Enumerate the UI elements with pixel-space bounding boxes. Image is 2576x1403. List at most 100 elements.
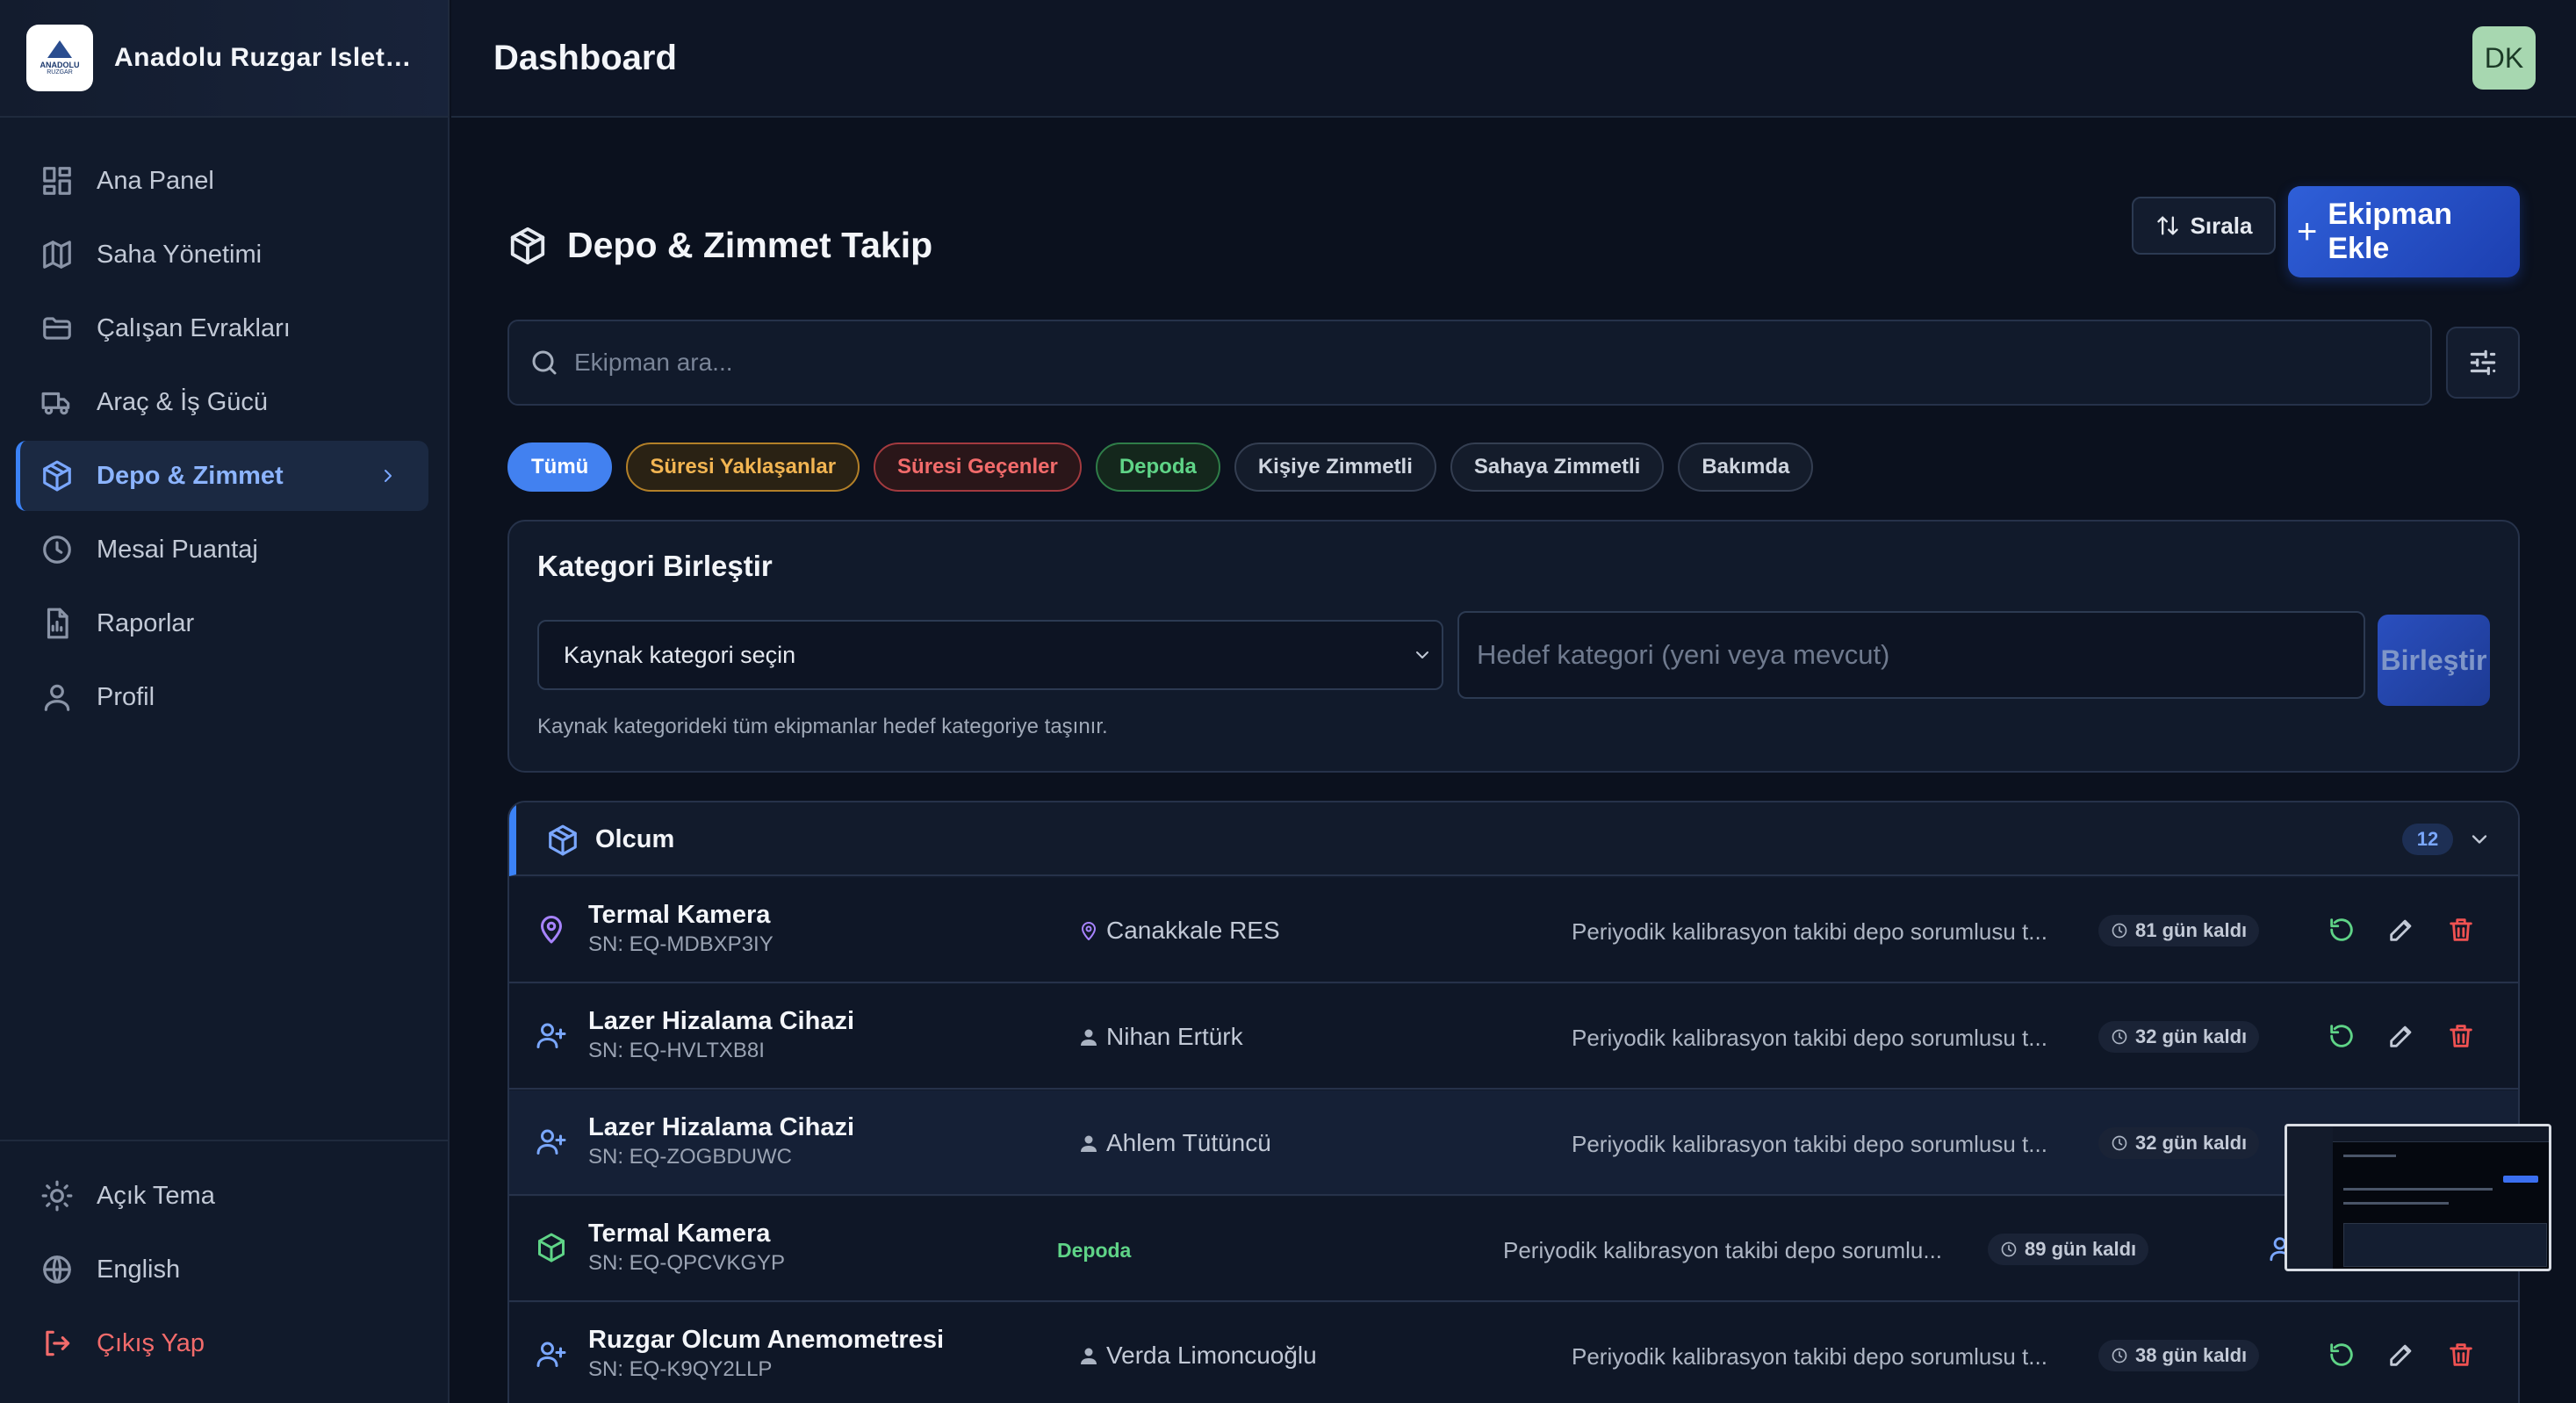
language-toggle[interactable]: English (16, 1234, 448, 1305)
nav-item-calisan-evraklari[interactable]: Çalışan Evrakları (16, 293, 428, 363)
merge-title: Kategori Birleştir (537, 550, 773, 582)
brand-header[interactable]: ANADOLU RUZGAR Anadolu Ruzgar Isletmeler… (0, 0, 448, 118)
chip-assigned-site[interactable]: Sahaya Zimmetli (1450, 442, 1665, 492)
logout-button[interactable]: Çıkış Yap (16, 1308, 448, 1378)
sort-label: Sırala (2190, 212, 2253, 239)
table-row[interactable]: Lazer Hizalama Cihazi SN: EQ-HVLTXB8I Ni… (509, 984, 2518, 1090)
nav-item-saha-yonetimi[interactable]: Saha Yönetimi (16, 219, 428, 290)
nav-item-mesai-puantaj[interactable]: Mesai Puantaj (16, 514, 428, 585)
logout-label: Çıkış Yap (97, 1328, 205, 1357)
logo-text-2: RUZGAR (47, 68, 73, 76)
search-input[interactable] (574, 349, 2330, 377)
nav-label: Çalışan Evrakları (97, 313, 291, 342)
chip-expiring-soon[interactable]: Süresi Yaklaşanlar (626, 442, 860, 492)
package-icon (43, 460, 71, 492)
map-pin-icon (541, 916, 562, 944)
table-row[interactable]: Lazer Hizalama Cihazi SN: EQ-ZOGBDUWC Ah… (509, 1090, 2518, 1196)
nav-item-arac-is-gucu[interactable]: Araç & İş Gücü (16, 367, 428, 437)
days-text: 38 gün kaldı (2135, 1344, 2248, 1366)
trash-icon[interactable] (2446, 1340, 2476, 1370)
equipment-name: Ruzgar Olcum Anemometresi (588, 1326, 945, 1354)
user-icon (44, 684, 70, 711)
edit-icon[interactable] (2386, 1021, 2416, 1051)
avatar[interactable]: DK (2472, 26, 2536, 90)
clock-icon (2112, 1029, 2127, 1045)
trash-icon[interactable] (2446, 915, 2476, 945)
return-icon[interactable] (2327, 1021, 2357, 1051)
search-icon (532, 350, 557, 375)
days-remaining-badge: 38 gün kaldı (2098, 1340, 2260, 1371)
nav-label: Saha Yönetimi (97, 240, 263, 269)
section-title-text: Depo & Zimmet Takip (567, 225, 933, 265)
return-icon[interactable] (2327, 1340, 2357, 1370)
sun-icon (41, 1180, 73, 1212)
status-filter-chips: Tümü Süresi Yaklaşanlar Süresi Geçenler … (507, 442, 1827, 492)
days-text: 81 gün kaldı (2135, 919, 2248, 941)
equipment-location: Canakkale RES (1078, 917, 1280, 945)
brand-logo: ANADOLU RUZGAR (26, 25, 93, 91)
user-assigned-icon (536, 1023, 566, 1048)
thumbnail-line (2343, 1188, 2493, 1191)
source-category-select[interactable]: Kaynak kategori seçin (537, 620, 1443, 690)
table-row[interactable]: Termal Kamera SN: EQ-QPCVKGYP Depoda Per… (509, 1197, 2518, 1302)
add-equipment-button[interactable]: + Ekipman Ekle (2288, 186, 2520, 277)
days-text: 89 gün kaldı (2025, 1238, 2137, 1260)
thumbnail-button (2503, 1176, 2538, 1183)
chip-all[interactable]: Tümü (507, 442, 613, 492)
thumbnail-line (2343, 1155, 2396, 1157)
package-icon (549, 824, 577, 856)
equipment-name: Lazer Hizalama Cihazi (588, 1113, 854, 1141)
user-assigned-icon (536, 1129, 566, 1155)
nav-item-depo-zimmet[interactable]: Depo & Zimmet (16, 441, 428, 511)
source-category-value: Kaynak kategori seçin (564, 641, 796, 668)
person-icon (1081, 1135, 1097, 1152)
merge-button[interactable]: Birleştir (2378, 615, 2490, 706)
table-row[interactable]: Ruzgar Olcum Anemometresi SN: EQ-K9QY2LL… (509, 1303, 2518, 1403)
equipment-description: Periyodik kalibrasyon takibi depo soruml… (1572, 1131, 2047, 1157)
days-remaining-badge: 81 gün kaldı (2098, 915, 2260, 946)
thumbnail-card (2343, 1223, 2547, 1267)
logout-icon (46, 1330, 70, 1356)
equipment-description: Periyodik kalibrasyon takibi depo soruml… (1572, 918, 2047, 945)
assignee-text: Verda Limoncuoğlu (1106, 1342, 1317, 1369)
equipment-serial: SN: EQ-HVLTXB8I (588, 1039, 765, 1062)
chip-assigned-person[interactable]: Kişiye Zimmetli (1234, 442, 1436, 492)
nav-label: Profil (97, 682, 155, 711)
logo-text-1: ANADOLU (40, 60, 80, 69)
days-remaining-badge: 32 gün kaldı (2098, 1021, 2260, 1053)
brand-name: Anadolu Ruzgar Isletmeleri (114, 43, 413, 72)
target-category-input[interactable] (1477, 639, 2346, 671)
wind-logo-icon (47, 40, 72, 58)
table-row[interactable]: Termal Kamera SN: EQ-MDBXP3IY Canakkale … (509, 878, 2518, 983)
merge-hint: Kaynak kategorideki tüm ekipmanlar hedef… (537, 715, 1108, 738)
page-title: Dashboard (493, 38, 677, 77)
nav-item-ana-panel[interactable]: Ana Panel (16, 146, 428, 216)
main-nav: Ana Panel Saha Yönetimi Çalışan Evraklar… (16, 146, 428, 736)
map-pin-icon (1082, 922, 1096, 940)
theme-toggle[interactable]: Açık Tema (16, 1161, 448, 1231)
nav-item-raporlar[interactable]: Raporlar (16, 588, 428, 658)
category-count-badge: 12 (2402, 824, 2453, 855)
chevron-down-icon (1416, 651, 1428, 658)
chip-expired[interactable]: Süresi Geçenler (874, 442, 1082, 492)
chip-maintenance[interactable]: Bakımda (1678, 442, 1814, 492)
return-icon[interactable] (2327, 915, 2357, 945)
truck-icon (41, 392, 70, 415)
nav-label: Mesai Puantaj (97, 535, 258, 564)
assignee-text: Nihan Ertürk (1106, 1023, 1243, 1050)
nav-item-profil[interactable]: Profil (16, 662, 428, 732)
category-header[interactable]: Olcum 12 (509, 802, 2518, 876)
sort-button[interactable]: Sırala (2132, 197, 2276, 255)
edit-icon[interactable] (2386, 915, 2416, 945)
thumbnail-line (2343, 1202, 2449, 1205)
screenshot-preview-thumbnail[interactable] (2285, 1124, 2551, 1271)
filter-settings-button[interactable] (2446, 327, 2520, 399)
chevron-down-icon[interactable] (2467, 827, 2492, 852)
trash-icon[interactable] (2446, 1021, 2476, 1051)
search-box (507, 320, 2432, 406)
edit-icon[interactable] (2386, 1340, 2416, 1370)
folder-icon (43, 317, 71, 340)
package-icon (510, 227, 545, 264)
chip-in-warehouse[interactable]: Depoda (1095, 442, 1220, 492)
nav-label: Ana Panel (97, 166, 214, 195)
